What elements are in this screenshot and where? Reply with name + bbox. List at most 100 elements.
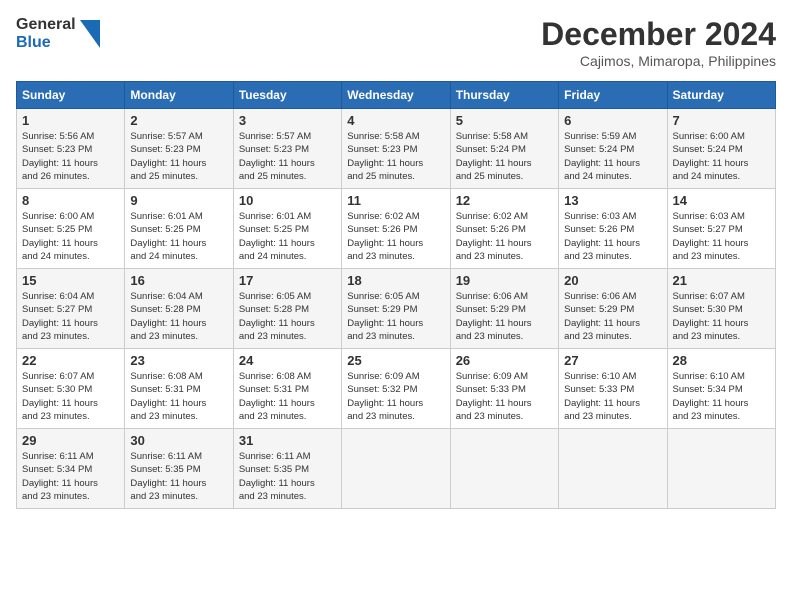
column-header-wednesday: Wednesday <box>342 82 450 109</box>
day-info: Sunrise: 6:10 AMSunset: 5:33 PMDaylight:… <box>564 370 661 423</box>
calendar-cell: 7 Sunrise: 6:00 AMSunset: 5:24 PMDaylight… <box>667 109 775 189</box>
calendar-cell: 31 Sunrise: 6:11 AMSunset: 5:35 PMDayligh… <box>233 429 341 509</box>
day-number: 7 <box>673 113 770 128</box>
title-area: December 2024 Cajimos, Mimaropa, Philipp… <box>541 16 776 69</box>
day-number: 22 <box>22 353 119 368</box>
calendar-cell: 10 Sunrise: 6:01 AMSunset: 5:25 PMDayligh… <box>233 189 341 269</box>
day-number: 27 <box>564 353 661 368</box>
calendar-week-row: 29Sunrise: 6:11 AMSunset: 5:34 PMDayligh… <box>17 429 776 509</box>
day-info: Sunrise: 6:04 AMSunset: 5:27 PMDaylight:… <box>22 290 119 343</box>
day-info: Sunrise: 6:07 AMSunset: 5:30 PMDaylight:… <box>673 290 770 343</box>
day-info: Sunrise: 5:59 AMSunset: 5:24 PMDaylight:… <box>564 130 661 183</box>
calendar-cell <box>667 429 775 509</box>
day-number: 25 <box>347 353 444 368</box>
day-number: 10 <box>239 193 336 208</box>
calendar-cell <box>342 429 450 509</box>
calendar-cell: 19Sunrise: 6:06 AMSunset: 5:29 PMDayligh… <box>450 269 558 349</box>
calendar-cell: 26 Sunrise: 6:09 AMSunset: 5:33 PMDayligh… <box>450 349 558 429</box>
day-number: 20 <box>564 273 661 288</box>
logo-general: General <box>16 16 76 34</box>
calendar-cell: 6Sunrise: 5:59 AMSunset: 5:24 PMDaylight… <box>559 109 667 189</box>
calendar-week-row: 15Sunrise: 6:04 AMSunset: 5:27 PMDayligh… <box>17 269 776 349</box>
calendar-cell: 13Sunrise: 6:03 AMSunset: 5:26 PMDayligh… <box>559 189 667 269</box>
month-title: December 2024 <box>541 16 776 53</box>
subtitle: Cajimos, Mimaropa, Philippines <box>541 53 776 69</box>
day-number: 14 <box>673 193 770 208</box>
day-number: 23 <box>130 353 227 368</box>
day-number: 5 <box>456 113 553 128</box>
logo-blue: Blue <box>16 34 76 52</box>
day-number: 30 <box>130 433 227 448</box>
calendar-cell <box>559 429 667 509</box>
day-info: Sunrise: 6:11 AMSunset: 5:35 PMDaylight:… <box>239 450 336 503</box>
calendar-cell: 4 Sunrise: 5:58 AMSunset: 5:23 PMDaylight… <box>342 109 450 189</box>
logo-wordmark: General Blue <box>16 16 76 51</box>
calendar-cell: 14 Sunrise: 6:03 AMSunset: 5:27 PMDayligh… <box>667 189 775 269</box>
day-info: Sunrise: 5:56 AMSunset: 5:23 PMDaylight:… <box>22 130 119 183</box>
logo: General Blue <box>16 16 100 51</box>
day-info: Sunrise: 5:58 AMSunset: 5:23 PMDaylight:… <box>347 130 444 183</box>
day-number: 11 <box>347 193 444 208</box>
column-header-friday: Friday <box>559 82 667 109</box>
day-number: 2 <box>130 113 227 128</box>
day-info: Sunrise: 6:08 AMSunset: 5:31 PMDaylight:… <box>130 370 227 423</box>
calendar-cell: 16Sunrise: 6:04 AMSunset: 5:28 PMDayligh… <box>125 269 233 349</box>
day-number: 13 <box>564 193 661 208</box>
day-info: Sunrise: 6:10 AMSunset: 5:34 PMDaylight:… <box>673 370 770 423</box>
day-number: 16 <box>130 273 227 288</box>
day-info: Sunrise: 6:05 AMSunset: 5:29 PMDaylight:… <box>347 290 444 343</box>
calendar-cell: 12Sunrise: 6:02 AMSunset: 5:26 PMDayligh… <box>450 189 558 269</box>
calendar-table: SundayMondayTuesdayWednesdayThursdayFrid… <box>16 81 776 509</box>
day-info: Sunrise: 6:02 AMSunset: 5:26 PMDaylight:… <box>347 210 444 263</box>
day-info: Sunrise: 6:00 AMSunset: 5:25 PMDaylight:… <box>22 210 119 263</box>
day-info: Sunrise: 6:09 AMSunset: 5:33 PMDaylight:… <box>456 370 553 423</box>
column-header-thursday: Thursday <box>450 82 558 109</box>
day-info: Sunrise: 6:09 AMSunset: 5:32 PMDaylight:… <box>347 370 444 423</box>
column-header-saturday: Saturday <box>667 82 775 109</box>
calendar-cell: 5 Sunrise: 5:58 AMSunset: 5:24 PMDaylight… <box>450 109 558 189</box>
day-info: Sunrise: 6:11 AMSunset: 5:34 PMDaylight:… <box>22 450 119 503</box>
day-number: 26 <box>456 353 553 368</box>
calendar-cell: 21 Sunrise: 6:07 AMSunset: 5:30 PMDayligh… <box>667 269 775 349</box>
calendar-cell <box>450 429 558 509</box>
column-header-sunday: Sunday <box>17 82 125 109</box>
day-info: Sunrise: 6:06 AMSunset: 5:29 PMDaylight:… <box>456 290 553 343</box>
day-info: Sunrise: 6:03 AMSunset: 5:27 PMDaylight:… <box>673 210 770 263</box>
calendar-body: 1 Sunrise: 5:56 AMSunset: 5:23 PMDaylight… <box>17 109 776 509</box>
column-header-tuesday: Tuesday <box>233 82 341 109</box>
calendar-cell: 25 Sunrise: 6:09 AMSunset: 5:32 PMDayligh… <box>342 349 450 429</box>
day-number: 9 <box>130 193 227 208</box>
calendar-week-row: 22 Sunrise: 6:07 AMSunset: 5:30 PMDayligh… <box>17 349 776 429</box>
day-info: Sunrise: 6:06 AMSunset: 5:29 PMDaylight:… <box>564 290 661 343</box>
day-info: Sunrise: 5:58 AMSunset: 5:24 PMDaylight:… <box>456 130 553 183</box>
column-header-monday: Monday <box>125 82 233 109</box>
calendar-week-row: 8Sunrise: 6:00 AMSunset: 5:25 PMDaylight… <box>17 189 776 269</box>
day-info: Sunrise: 6:07 AMSunset: 5:30 PMDaylight:… <box>22 370 119 423</box>
day-number: 3 <box>239 113 336 128</box>
day-number: 31 <box>239 433 336 448</box>
calendar-cell: 3Sunrise: 5:57 AMSunset: 5:23 PMDaylight… <box>233 109 341 189</box>
day-number: 1 <box>22 113 119 128</box>
day-info: Sunrise: 6:01 AMSunset: 5:25 PMDaylight:… <box>239 210 336 263</box>
page-header: General Blue December 2024 Cajimos, Mima… <box>16 16 776 69</box>
day-info: Sunrise: 6:05 AMSunset: 5:28 PMDaylight:… <box>239 290 336 343</box>
day-info: Sunrise: 6:11 AMSunset: 5:35 PMDaylight:… <box>130 450 227 503</box>
calendar-cell: 17Sunrise: 6:05 AMSunset: 5:28 PMDayligh… <box>233 269 341 349</box>
calendar-cell: 20 Sunrise: 6:06 AMSunset: 5:29 PMDayligh… <box>559 269 667 349</box>
day-number: 4 <box>347 113 444 128</box>
day-info: Sunrise: 6:00 AMSunset: 5:24 PMDaylight:… <box>673 130 770 183</box>
day-number: 12 <box>456 193 553 208</box>
day-number: 18 <box>347 273 444 288</box>
calendar-header-row: SundayMondayTuesdayWednesdayThursdayFrid… <box>17 82 776 109</box>
calendar-cell: 9 Sunrise: 6:01 AMSunset: 5:25 PMDaylight… <box>125 189 233 269</box>
calendar-cell: 2Sunrise: 5:57 AMSunset: 5:23 PMDaylight… <box>125 109 233 189</box>
calendar-cell: 11 Sunrise: 6:02 AMSunset: 5:26 PMDayligh… <box>342 189 450 269</box>
day-number: 24 <box>239 353 336 368</box>
day-number: 21 <box>673 273 770 288</box>
calendar-cell: 15Sunrise: 6:04 AMSunset: 5:27 PMDayligh… <box>17 269 125 349</box>
calendar-cell: 8Sunrise: 6:00 AMSunset: 5:25 PMDaylight… <box>17 189 125 269</box>
calendar-cell: 18 Sunrise: 6:05 AMSunset: 5:29 PMDayligh… <box>342 269 450 349</box>
calendar-cell: 29Sunrise: 6:11 AMSunset: 5:34 PMDayligh… <box>17 429 125 509</box>
day-info: Sunrise: 6:01 AMSunset: 5:25 PMDaylight:… <box>130 210 227 263</box>
day-number: 28 <box>673 353 770 368</box>
